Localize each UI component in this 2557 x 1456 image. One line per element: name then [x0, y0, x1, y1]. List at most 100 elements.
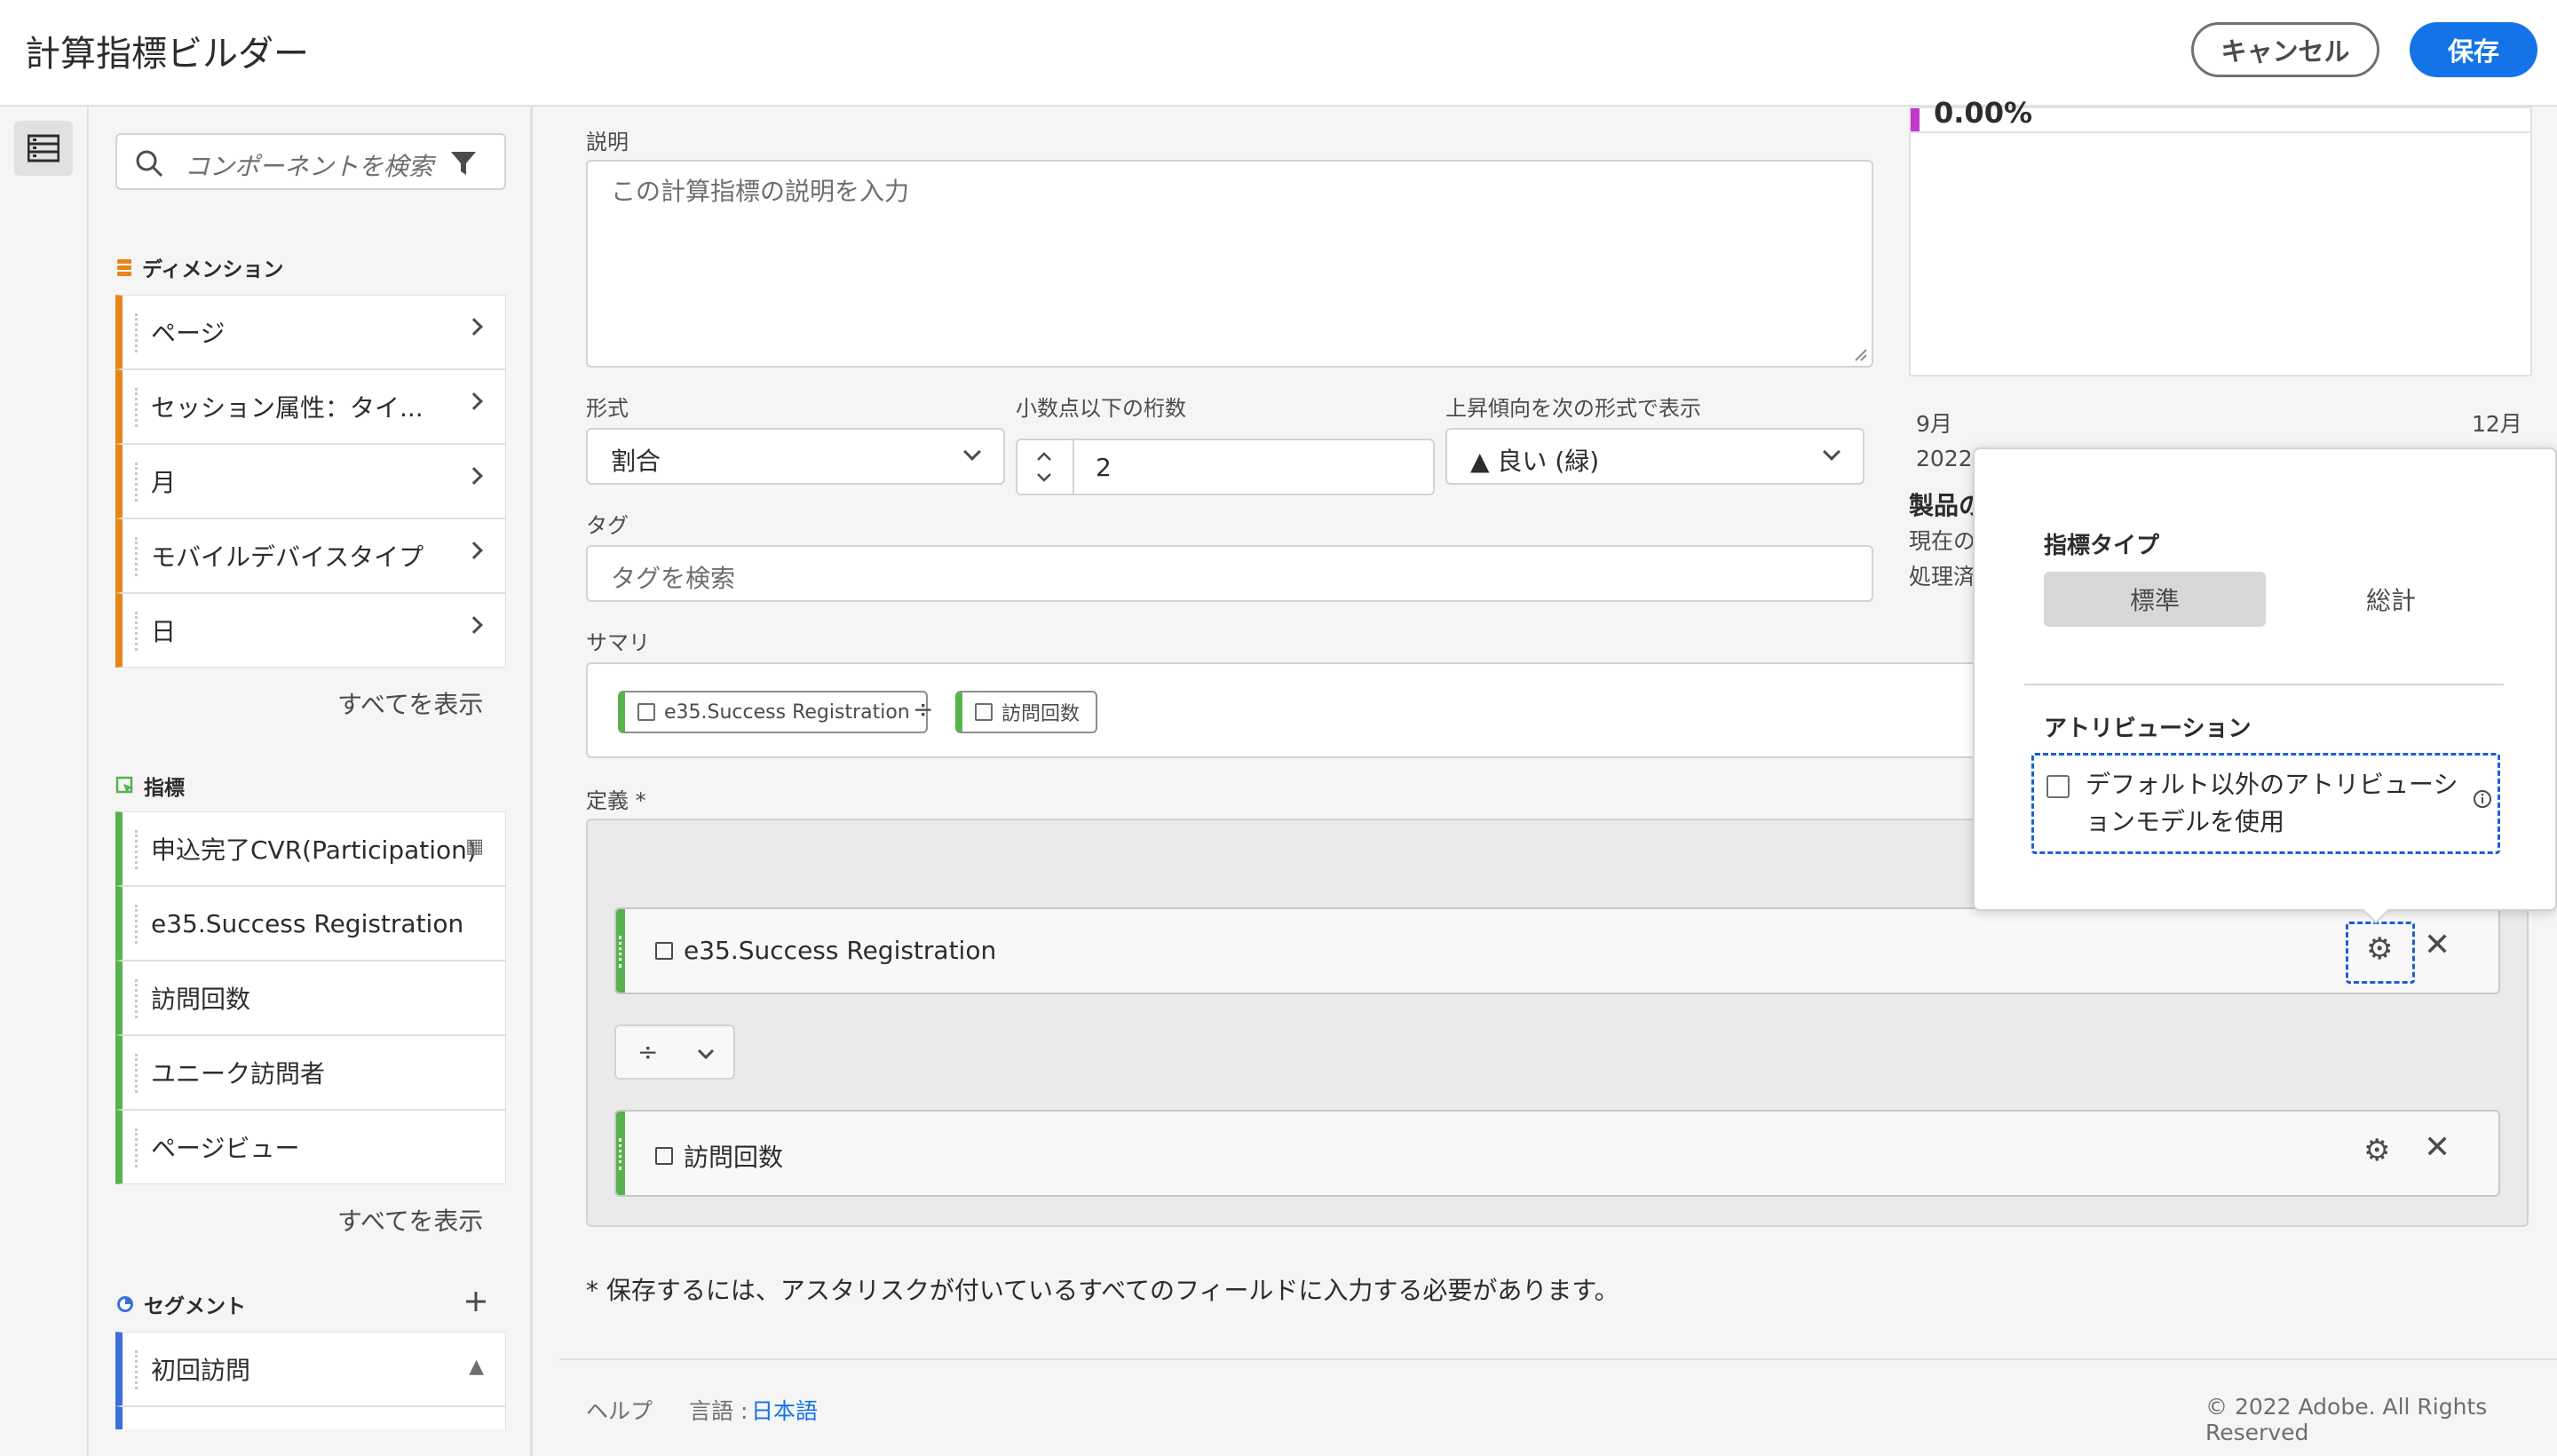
format-label: 形式 — [586, 396, 629, 421]
dimensions-show-all-link[interactable]: すべてを表示 — [337, 685, 483, 721]
dimension-item-month[interactable]: 月 — [115, 444, 506, 518]
add-segment-icon[interactable] — [463, 1289, 488, 1314]
drag-handle[interactable] — [135, 1054, 138, 1093]
drag-handle[interactable] — [135, 313, 138, 352]
resize-handle-icon[interactable] — [1854, 348, 1868, 362]
stepper-buttons[interactable] — [1017, 440, 1074, 494]
operator-select[interactable]: ÷ — [614, 1025, 735, 1080]
preview-x-start: 9月 — [1916, 411, 1952, 437]
drag-handle[interactable] — [135, 1350, 138, 1389]
description-label: 説明 — [586, 130, 629, 154]
summary-metric-chip-1: e35.Success Registration — [618, 691, 928, 733]
metric-icon — [637, 703, 655, 721]
drag-handle[interactable] — [616, 1112, 625, 1195]
chevron-right-icon[interactable] — [465, 318, 483, 336]
metrics-show-all-link[interactable]: すべてを表示 — [337, 1202, 483, 1238]
drag-handle[interactable] — [135, 830, 138, 869]
segment-item-first-visit[interactable]: 初回訪問 ▲ — [115, 1332, 506, 1406]
metric-label: e35.Success Registration — [684, 936, 997, 965]
page-title: 計算指標ビルダー — [25, 34, 309, 75]
list-item-label: e35.Success Registration — [151, 908, 464, 938]
metric-item-page-views[interactable]: ページビュー — [115, 1110, 506, 1184]
chevron-up-icon[interactable] — [1035, 451, 1053, 462]
metric-type-standard-button[interactable]: 標準 — [2044, 572, 2266, 627]
segment-item-partial — [115, 1406, 506, 1429]
metric-icon — [115, 776, 133, 794]
decimals-stepper[interactable]: 2 — [1016, 439, 1435, 495]
summary-label: サマリ — [586, 630, 650, 655]
drag-handle[interactable] — [135, 979, 138, 1018]
segment-icon — [117, 1296, 133, 1312]
cancel-button[interactable]: キャンセル — [2191, 22, 2379, 77]
preview-chart-card: 0.00% — [1909, 96, 2532, 376]
metric-item-e35-success-registration[interactable]: e35.Success Registration — [115, 886, 506, 961]
gear-icon[interactable]: ⚙ — [2363, 1133, 2390, 1168]
non-default-attribution-checkbox[interactable]: デフォルト以外のアトリビューシ ョンモデルを使用 — [2031, 753, 2500, 854]
chevron-right-icon[interactable] — [465, 542, 483, 559]
chevron-down-icon — [697, 1048, 715, 1060]
description-placeholder: この計算指標の説明を入力 — [611, 177, 910, 206]
drag-handle[interactable] — [616, 909, 625, 993]
metric-icon — [655, 1147, 673, 1165]
description-textarea[interactable]: この計算指標の説明を入力 — [586, 160, 1873, 368]
definition-metric-name: 訪問回数 — [655, 1138, 783, 1174]
drag-handle[interactable] — [135, 612, 138, 651]
trend-select[interactable]: ▲ 良い (緑) — [1445, 428, 1864, 485]
tags-input[interactable]: タグを検索 — [586, 545, 1873, 602]
attribution-label: アトリビューション — [2044, 716, 2252, 742]
metric-icon — [655, 941, 673, 960]
adobe-icon: ▲ — [469, 1356, 484, 1378]
metric-item-unique-visitors[interactable]: ユニーク訪問者 — [115, 1035, 506, 1110]
chevron-right-icon[interactable] — [465, 467, 483, 485]
language-link[interactable]: 日本語 — [751, 1394, 818, 1426]
list-item-label: セッション属性：タイ... — [151, 393, 424, 423]
tags-placeholder: タグを検索 — [611, 564, 736, 593]
format-select[interactable]: 割合 — [586, 428, 1005, 485]
help-link[interactable]: ヘルプ — [586, 1394, 653, 1426]
summary-metric-chip-2: 訪問回数 — [955, 691, 1098, 733]
definition-metric-row-1[interactable]: e35.Success Registration ⚙ ✕ — [614, 907, 2500, 994]
required-fields-note: * 保存するには、アスタリスクが付いているすべてのフィールドに入力する必要があり… — [586, 1276, 1619, 1305]
list-item-label: ページビュー — [151, 1134, 300, 1163]
drag-handle[interactable] — [135, 1128, 138, 1167]
metric-item-cvr-participation[interactable]: 申込完了CVR(Participation) ▦ — [115, 811, 506, 886]
metric-type-total-button[interactable]: 総計 — [2280, 572, 2502, 627]
info-icon[interactable] — [2473, 789, 2492, 809]
definition-label: 定義 * — [586, 788, 646, 813]
preview-x-start-year: 2022 — [1916, 446, 1973, 471]
gear-icon: ⚙ — [2366, 931, 2394, 967]
list-item-label: ユニーク訪問者 — [151, 1059, 326, 1088]
drag-handle[interactable] — [135, 463, 138, 502]
language-label: 言語 : — [689, 1398, 748, 1424]
drag-handle[interactable] — [135, 388, 138, 427]
dimension-icon — [117, 259, 131, 276]
chevron-down-icon[interactable] — [1035, 472, 1053, 483]
drag-handle[interactable] — [135, 905, 138, 944]
list-item-label: 月 — [151, 468, 177, 497]
remove-metric-button[interactable]: ✕ — [2424, 1129, 2450, 1166]
metrics-title-text: 指標 — [144, 777, 185, 800]
chip-label: e35.Success Registration — [664, 700, 910, 724]
metric-item-visits[interactable]: 訪問回数 — [115, 961, 506, 1035]
remove-metric-button[interactable]: ✕ — [2424, 927, 2450, 963]
operator-value: ÷ — [637, 1037, 659, 1066]
dimension-item-mobile-device-type[interactable]: モバイルデバイスタイプ — [115, 518, 506, 593]
components-panel-toggle[interactable] — [14, 121, 73, 176]
checkbox-label-line-1: デフォルト以外のアトリビューシ — [2086, 770, 2458, 799]
chevron-right-icon[interactable] — [465, 616, 483, 634]
dimensions-title-text: ディメンション — [142, 258, 284, 281]
preview-divider — [1911, 131, 2530, 133]
decimals-value: 2 — [1096, 453, 1112, 482]
metric-settings-button[interactable]: ⚙ — [2346, 922, 2415, 984]
save-button[interactable]: 保存 — [2410, 22, 2537, 77]
filter-icon[interactable] — [449, 149, 478, 178]
chevron-right-icon[interactable] — [465, 392, 483, 410]
component-search-input[interactable]: コンポーネントを検索 — [115, 133, 506, 190]
drag-handle[interactable] — [135, 537, 138, 576]
dimension-item-day[interactable]: 日 — [115, 593, 506, 668]
dimension-item-session-attr[interactable]: セッション属性：タイ... — [115, 369, 506, 444]
copyright: © 2022 Adobe. All Rights Reserved — [2205, 1394, 2488, 1445]
dimension-item-page[interactable]: ページ — [115, 295, 506, 369]
definition-metric-row-2[interactable]: 訪問回数 ⚙ ✕ — [614, 1110, 2500, 1197]
checkbox-box[interactable] — [2046, 775, 2070, 798]
